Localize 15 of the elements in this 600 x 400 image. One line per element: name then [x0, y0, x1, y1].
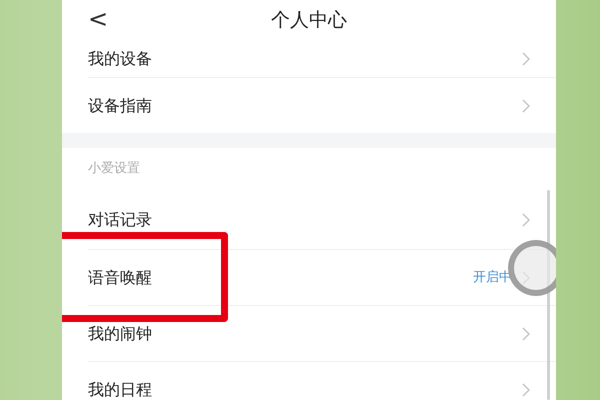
chevron-right-icon [522, 327, 530, 341]
settings-item[interactable]: 对话记录 [88, 208, 152, 232]
chevron-right-icon [522, 213, 530, 227]
row-value: 开启中 [473, 269, 512, 288]
section-title: 小爱设置 [88, 160, 140, 178]
settings-item[interactable]: 我的设备 [88, 47, 152, 71]
chevron-right-icon [522, 383, 530, 397]
settings-item[interactable]: 设备指南 [88, 94, 152, 118]
settings-item[interactable]: 语音唤醒 [88, 266, 152, 290]
chevron-right-icon [522, 52, 530, 66]
settings-item[interactable]: 我的日程 [88, 378, 152, 400]
chevron-right-icon [522, 98, 530, 112]
settings-item[interactable]: 我的闹钟 [88, 322, 152, 346]
back-button[interactable]: < [88, 4, 108, 34]
page-title: 个人中心 [271, 8, 347, 33]
